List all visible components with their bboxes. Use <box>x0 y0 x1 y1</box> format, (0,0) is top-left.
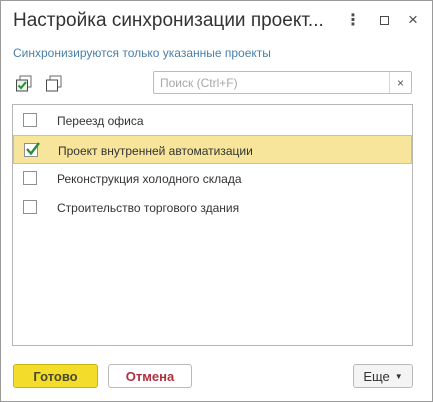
check-all-icon[interactable] <box>15 75 33 93</box>
search-input[interactable] <box>154 72 388 93</box>
list-item[interactable]: Переезд офиса <box>13 106 412 135</box>
project-label: Реконструкция холодного склада <box>57 172 242 186</box>
done-button[interactable]: Готово <box>13 364 98 388</box>
window-title: Настройка синхронизации проект... <box>13 10 324 31</box>
project-checkbox[interactable] <box>23 171 37 185</box>
dialog-window: Настройка синхронизации проект... ⋮ × Си… <box>0 0 433 402</box>
uncheck-all-icon[interactable] <box>45 75 63 93</box>
chevron-down-icon: ▼ <box>394 371 403 381</box>
list-item[interactable]: Проект внутренней автоматизации <box>13 135 412 164</box>
project-list: Переезд офиса Проект внутренней автомати… <box>12 104 413 346</box>
more-button-label: Еще <box>363 368 390 384</box>
project-label: Проект внутренней автоматизации <box>58 144 253 158</box>
more-button[interactable]: Еще ▼ <box>353 364 413 388</box>
project-checkbox[interactable] <box>23 200 37 214</box>
project-checkbox[interactable] <box>24 142 40 157</box>
list-item[interactable]: Строительство торгового здания <box>13 193 412 222</box>
checkmark-icon <box>26 142 40 156</box>
search-box: × <box>153 71 412 94</box>
cancel-button[interactable]: Отмена <box>108 364 192 388</box>
project-label: Строительство торгового здания <box>57 201 240 215</box>
project-checkbox[interactable] <box>23 113 37 127</box>
subtitle-text: Синхронизируются только указанные проект… <box>13 46 271 60</box>
search-clear-icon[interactable]: × <box>389 72 411 93</box>
close-icon[interactable]: × <box>404 10 422 29</box>
project-label: Переезд офиса <box>57 114 144 128</box>
list-item[interactable]: Реконструкция холодного склада <box>13 164 412 193</box>
more-actions-icon[interactable]: ⋮ <box>344 11 362 29</box>
maximize-icon[interactable] <box>375 11 393 29</box>
